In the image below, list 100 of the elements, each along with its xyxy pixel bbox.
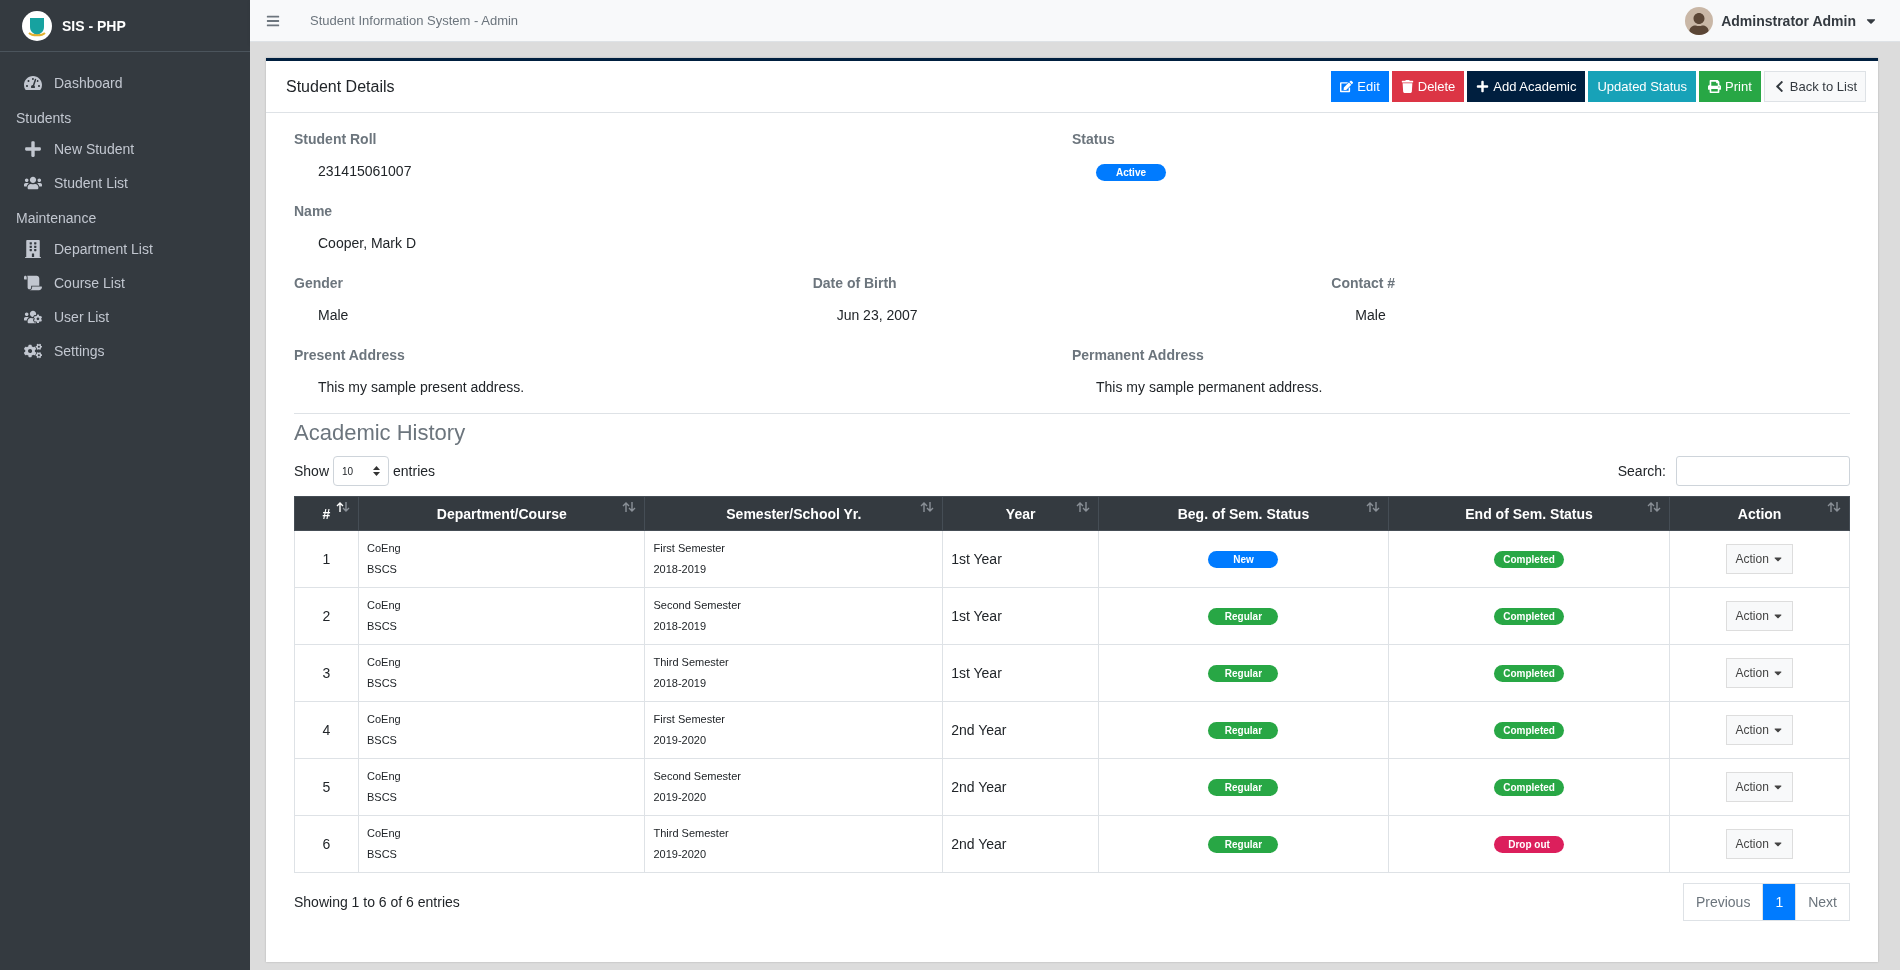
column-header[interactable]: Semester/School Yr. <box>645 496 943 531</box>
school-year-text: 2019-2020 <box>653 733 708 748</box>
brand-title: SIS - PHP <box>62 17 126 34</box>
course-text: BSCS <box>367 562 398 577</box>
field-value: Cooper, Mark D <box>318 235 417 251</box>
sidebar-item[interactable]: User List <box>0 300 250 334</box>
field-value: Male <box>318 307 349 323</box>
field-value: This my sample present address. <box>318 379 525 395</box>
table-cell: 4 <box>294 701 359 759</box>
column-header[interactable]: Beg. of Sem. Status <box>1098 496 1389 531</box>
spinner-arrows-icon <box>373 466 381 476</box>
printer-icon <box>1708 80 1722 93</box>
table-cell: 1st Year <box>942 530 1099 588</box>
entries-label: entries <box>393 463 436 479</box>
table-cell: 1st Year <box>942 644 1099 702</box>
table-cell: 2nd Year <box>942 758 1099 816</box>
field-label: Permanent Address <box>1072 347 1205 363</box>
page-size-select[interactable]: 10 <box>333 456 390 486</box>
sidebar-item[interactable]: Course List <box>0 266 250 300</box>
field-label: Student Roll <box>294 131 378 147</box>
column-header[interactable]: Action <box>1669 496 1850 531</box>
column-header[interactable]: End of Sem. Status <box>1388 496 1670 531</box>
school-year-text: 2018-2019 <box>653 562 708 577</box>
action-button[interactable]: Action <box>1726 601 1793 631</box>
department-text: CoEng <box>367 598 402 613</box>
table-cell: 6 <box>294 815 359 873</box>
table-cell: 2nd Year <box>942 701 1099 759</box>
app-title: Student Information System - Admin <box>310 13 519 28</box>
field-label: Status <box>1072 131 1116 147</box>
column-header[interactable]: # <box>294 496 359 531</box>
status-badge: Completed <box>1494 722 1565 739</box>
edit-icon <box>1340 80 1354 93</box>
table-cell: 5 <box>294 758 359 816</box>
status-badge: Regular <box>1208 722 1279 739</box>
trash-icon <box>1400 80 1414 93</box>
toolbar-button[interactable]: Edit <box>1331 71 1389 102</box>
department-text: CoEng <box>367 712 402 727</box>
course-text: BSCS <box>367 790 398 805</box>
action-button[interactable]: Action <box>1726 715 1793 745</box>
school-year-text: 2018-2019 <box>653 676 708 691</box>
course-text: BSCS <box>367 619 398 634</box>
toolbar-button[interactable]: Back to List <box>1763 71 1866 102</box>
building-icon <box>22 240 44 258</box>
sidebar-item[interactable]: Student List <box>0 166 250 200</box>
sidebar-item[interactable]: Dashboard <box>0 66 250 100</box>
avatar-icon <box>1685 6 1714 35</box>
status-badge: Completed <box>1494 779 1565 796</box>
user-menu[interactable]: Adminstrator Admin <box>1679 5 1884 36</box>
school-year-text: 2018-2019 <box>653 619 708 634</box>
school-year-text: 2019-2020 <box>653 790 708 805</box>
field-label: Present Address <box>294 347 406 363</box>
page-button[interactable]: 1 <box>1762 883 1797 921</box>
column-header[interactable]: Year <box>942 496 1099 531</box>
toolbar-button[interactable]: Delete <box>1391 71 1465 102</box>
status-badge: Active <box>1096 164 1166 181</box>
status-badge: Drop out <box>1494 836 1565 853</box>
page-button[interactable]: Previous <box>1682 883 1764 921</box>
table-cell: 1 <box>294 530 359 588</box>
action-button[interactable]: Action <box>1726 658 1793 688</box>
toolbar-button[interactable]: Add Academic <box>1467 71 1586 102</box>
plus-icon <box>1476 80 1490 93</box>
status-badge: Completed <box>1494 551 1565 568</box>
semester-text: First Semester <box>653 712 726 727</box>
column-header[interactable]: Department/Course <box>358 496 645 531</box>
action-button[interactable]: Action <box>1726 772 1793 802</box>
semester-text: Second Semester <box>653 769 742 784</box>
semester-text: Third Semester <box>653 655 730 670</box>
department-text: CoEng <box>367 826 402 841</box>
page-button[interactable]: Next <box>1795 883 1850 921</box>
field-label: Gender <box>294 275 344 291</box>
status-badge: Regular <box>1208 665 1279 682</box>
sidebar-item[interactable]: Settings <box>0 334 250 368</box>
search-field[interactable] <box>1676 456 1850 486</box>
user-gear-icon <box>22 308 44 326</box>
field-value: 231415061007 <box>318 163 412 179</box>
semester-text: First Semester <box>653 541 726 556</box>
shield-logo-icon <box>22 10 52 41</box>
table-cell: 2 <box>294 587 359 645</box>
sidebar-item[interactable]: New Student <box>0 132 250 166</box>
field-label: Contact # <box>1331 275 1397 291</box>
sidebar-item[interactable]: Department List <box>0 232 250 266</box>
department-text: CoEng <box>367 655 402 670</box>
card-title: Student Details <box>286 77 395 96</box>
status-badge: New <box>1208 551 1279 568</box>
action-button[interactable]: Action <box>1726 829 1793 859</box>
status-badge: Completed <box>1494 608 1565 625</box>
status-badge: Regular <box>1208 836 1279 853</box>
gauge-icon <box>22 74 44 92</box>
action-button[interactable]: Action <box>1726 544 1793 574</box>
menu-button[interactable] <box>266 13 280 28</box>
table-cell: 2nd Year <box>942 815 1099 873</box>
course-text: BSCS <box>367 847 398 862</box>
field-value: Jun 23, 2007 <box>836 307 918 323</box>
show-label: Show <box>294 463 330 479</box>
department-text: CoEng <box>367 769 402 784</box>
table-cell: 1st Year <box>942 587 1099 645</box>
scroll-icon <box>22 274 44 292</box>
field-label: Name <box>294 203 334 219</box>
table-cell: 3 <box>294 644 359 702</box>
section-title: Academic History <box>294 420 467 446</box>
